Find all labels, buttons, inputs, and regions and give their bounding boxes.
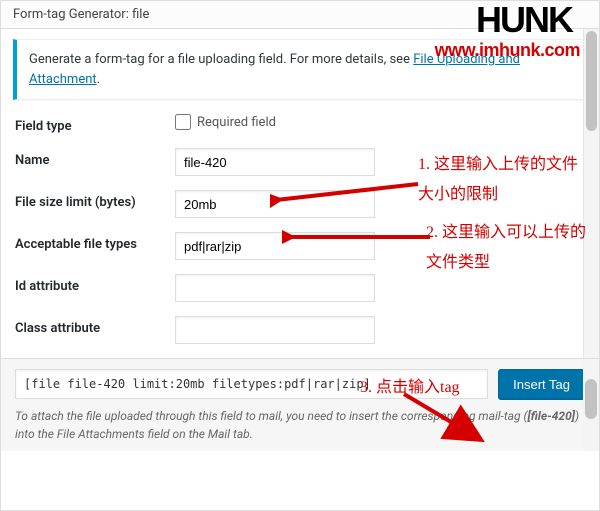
row-filesize: File size limit (bytes) — [15, 190, 585, 218]
required-label: Required field — [197, 115, 276, 130]
field-type-label: Field type — [15, 114, 175, 134]
generated-tag-input[interactable] — [15, 369, 488, 399]
filesize-label: File size limit (bytes) — [15, 190, 175, 210]
filesize-input[interactable] — [175, 190, 375, 218]
footer-scrollbar[interactable] — [583, 359, 599, 451]
info-text-suffix: . — [97, 72, 100, 87]
footer-note: To attach the file uploaded through this… — [15, 407, 585, 443]
scrollbar-thumb[interactable] — [586, 31, 597, 131]
footer-scrollbar-thumb[interactable] — [585, 379, 597, 419]
info-notice: Generate a form-tag for a file uploading… — [13, 39, 587, 100]
form-tag-generator-modal: Form-tag Generator: file Generate a form… — [0, 0, 600, 511]
name-input[interactable] — [175, 148, 375, 176]
footer-note-tag: [file-420] — [527, 409, 575, 423]
row-field-type: Field type Required field — [15, 114, 585, 134]
form-fields: Field type Required field Name File size… — [1, 114, 599, 344]
modal-title: Form-tag Generator: file — [1, 1, 599, 29]
filetypes-input[interactable] — [175, 232, 375, 260]
id-input[interactable] — [175, 274, 375, 302]
insert-tag-button[interactable]: Insert Tag — [498, 369, 585, 399]
row-class: Class attribute — [15, 316, 585, 344]
footer-note-prefix: To attach the file uploaded through this… — [15, 409, 527, 423]
modal-footer: Insert Tag To attach the file uploaded t… — [1, 358, 599, 451]
filetypes-label: Acceptable file types — [15, 232, 175, 252]
name-label: Name — [15, 148, 175, 168]
modal-scrollbar[interactable] — [583, 29, 599, 412]
required-checkbox[interactable] — [175, 114, 191, 130]
class-label: Class attribute — [15, 316, 175, 336]
info-text-prefix: Generate a form-tag for a file uploading… — [29, 52, 413, 67]
id-label: Id attribute — [15, 274, 175, 294]
class-input[interactable] — [175, 316, 375, 344]
row-name: Name — [15, 148, 585, 176]
required-field-option[interactable]: Required field — [175, 114, 276, 130]
row-filetypes: Acceptable file types — [15, 232, 585, 260]
code-row: Insert Tag — [15, 369, 585, 399]
row-id: Id attribute — [15, 274, 585, 302]
